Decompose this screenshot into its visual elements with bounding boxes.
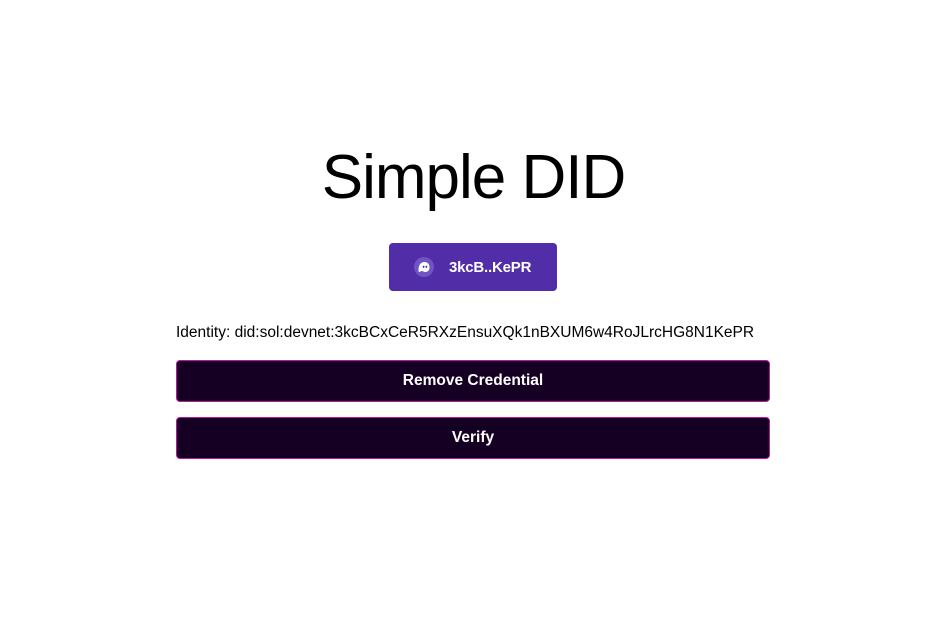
page-title: Simple DID: [321, 143, 627, 212]
remove-credential-button[interactable]: Remove Credential: [176, 360, 770, 402]
verify-button[interactable]: Verify: [176, 417, 770, 459]
page: Simple DID 3kcB..KePR Identity: did:sol:…: [0, 0, 947, 622]
phantom-ghost-icon: [414, 257, 434, 277]
wallet-button[interactable]: 3kcB..KePR: [389, 243, 557, 291]
identity-text: Identity: did:sol:devnet:3kcBCxCeR5RXzEn…: [176, 324, 755, 341]
wallet-address-label: 3kcB..KePR: [449, 258, 532, 276]
